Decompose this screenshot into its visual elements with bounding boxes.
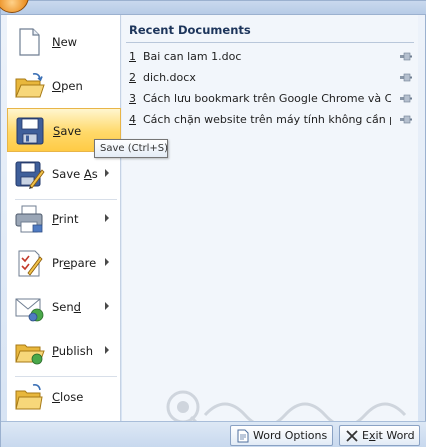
menu-item-label: Save As [52,167,98,181]
printer-icon [15,205,43,233]
document-options-icon [237,429,249,443]
menu-item-label: Prepare [52,256,97,270]
recent-document-name: dich.docx [143,71,196,84]
menu-item-label: Save [53,124,82,138]
recent-document-item[interactable]: 4 Cách chặn website trên máy tính không … [122,110,418,130]
menu-item-open[interactable]: Open [7,64,121,108]
menu-item-close[interactable]: Close [7,375,121,419]
recent-documents-panel: Recent Documents 1 Bai can lam 1.doc 2 d… [122,15,418,421]
exit-word-button[interactable]: Exit Word [339,425,420,446]
title-strip [0,0,426,15]
recent-document-number: 1 [129,50,136,63]
recent-documents-title: Recent Documents [129,23,251,37]
menu-item-publish[interactable]: Publish [7,329,121,373]
save-as-icon [15,161,45,189]
pin-icon[interactable] [400,52,412,61]
close-x-icon [346,430,358,442]
menu-item-print[interactable]: Print [7,197,121,241]
recent-document-number: 2 [129,71,136,84]
menu-item-label: Print [52,212,79,226]
open-folder-icon [15,73,45,98]
menu-item-label: Publish [52,344,93,358]
publish-icon [15,344,45,365]
submenu-arrow-icon [105,258,109,266]
word-options-button[interactable]: Word Options [230,425,333,446]
send-icon [15,298,44,322]
recent-document-number: 4 [129,113,136,126]
pin-icon[interactable] [400,73,412,82]
recent-document-name: Cách chặn website trên máy tính không cầ… [143,113,391,126]
footer-bar: Word Options Exit Word [1,421,426,447]
recent-document-item[interactable]: 1 Bai can lam 1.doc [122,47,418,67]
menu-item-save-as[interactable]: Save As [7,152,121,196]
recent-document-item[interactable]: 2 dich.docx [122,68,418,88]
menu-item-label: Open [52,79,83,93]
submenu-arrow-icon [105,302,109,310]
submenu-arrow-icon [105,214,109,222]
floppy-disk-icon [16,117,44,145]
menu-item-label: New [52,35,78,49]
office-menu-window: New Open Save Save As Print Prepare Send… [0,0,426,447]
menu-item-new[interactable]: New [7,20,121,64]
recent-document-number: 3 [129,92,136,105]
close-folder-icon [15,384,43,410]
recent-document-name: Cách lưu bookmark trên Google Chrome và … [143,92,391,105]
menu-item-label: Close [52,390,84,404]
prepare-icon [18,250,43,277]
pin-icon[interactable] [400,94,412,103]
exit-word-label: Exit Word [362,429,415,442]
word-options-label: Word Options [253,429,328,442]
submenu-arrow-icon [105,346,109,354]
recent-divider [126,42,414,43]
menu-item-prepare[interactable]: Prepare [7,241,121,285]
office-menu-commands: New Open Save Save As Print Prepare Send… [7,15,121,421]
office-button[interactable] [0,0,29,13]
new-document-icon [19,28,40,56]
submenu-arrow-icon [105,169,109,177]
menu-item-send[interactable]: Send [7,285,121,329]
pin-icon[interactable] [400,115,412,124]
recent-document-item[interactable]: 3 Cách lưu bookmark trên Google Chrome v… [122,89,418,109]
save-tooltip: Save (Ctrl+S) [94,139,168,158]
menu-item-label: Send [52,300,81,314]
recent-document-name: Bai can lam 1.doc [143,50,242,63]
